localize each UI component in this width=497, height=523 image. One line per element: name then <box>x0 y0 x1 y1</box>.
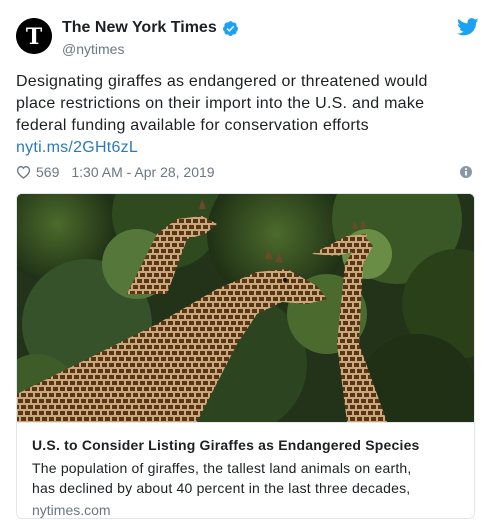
tweet-timestamp[interactable]: 1:30 AM - Apr 28, 2019 <box>71 164 214 180</box>
card-domain[interactable]: nytimes.com <box>32 500 459 518</box>
tweet-text-line: federal funding available for conservati… <box>16 117 369 134</box>
embedded-tweet: T The New York Times @nytimes Designatin… <box>0 0 497 523</box>
author-handle[interactable]: @nytimes <box>62 39 239 59</box>
tweet-link[interactable]: nyti.ms/2GHt6zL <box>16 137 484 159</box>
link-card[interactable]: U.S. to Consider Listing Giraffes as End… <box>16 193 475 519</box>
nyt-logo-icon[interactable]: T <box>16 18 52 54</box>
author-block: The New York Times @nytimes <box>62 18 239 59</box>
twitter-bird-icon[interactable] <box>457 18 479 36</box>
card-description: The population of giraffes, the tallest … <box>32 458 459 498</box>
card-body[interactable]: U.S. to Consider Listing Giraffes as End… <box>17 422 474 518</box>
card-description-line: has declined by about 40 percent in the … <box>32 480 411 496</box>
tweet-text: Designating giraffes as endangered or th… <box>16 71 484 159</box>
info-icon[interactable] <box>459 165 473 179</box>
author-name-row: The New York Times <box>62 18 239 38</box>
svg-text:T: T <box>26 24 43 50</box>
tweet-meta: 569 1:30 AM - Apr 28, 2019 <box>16 162 484 182</box>
tweet-text-line: Designating giraffes as endangered or th… <box>16 73 428 90</box>
card-image-giraffes[interactable] <box>17 194 474 422</box>
tweet-text-line: place restrictions on their import into … <box>16 95 425 112</box>
card-description-line: The population of giraffes, the tallest … <box>32 460 412 476</box>
like-count[interactable]: 569 <box>36 164 59 180</box>
heart-icon[interactable] <box>16 165 31 179</box>
verified-badge-icon <box>222 20 239 37</box>
card-title[interactable]: U.S. to Consider Listing Giraffes as End… <box>32 435 459 455</box>
author-name[interactable]: The New York Times <box>62 18 217 38</box>
